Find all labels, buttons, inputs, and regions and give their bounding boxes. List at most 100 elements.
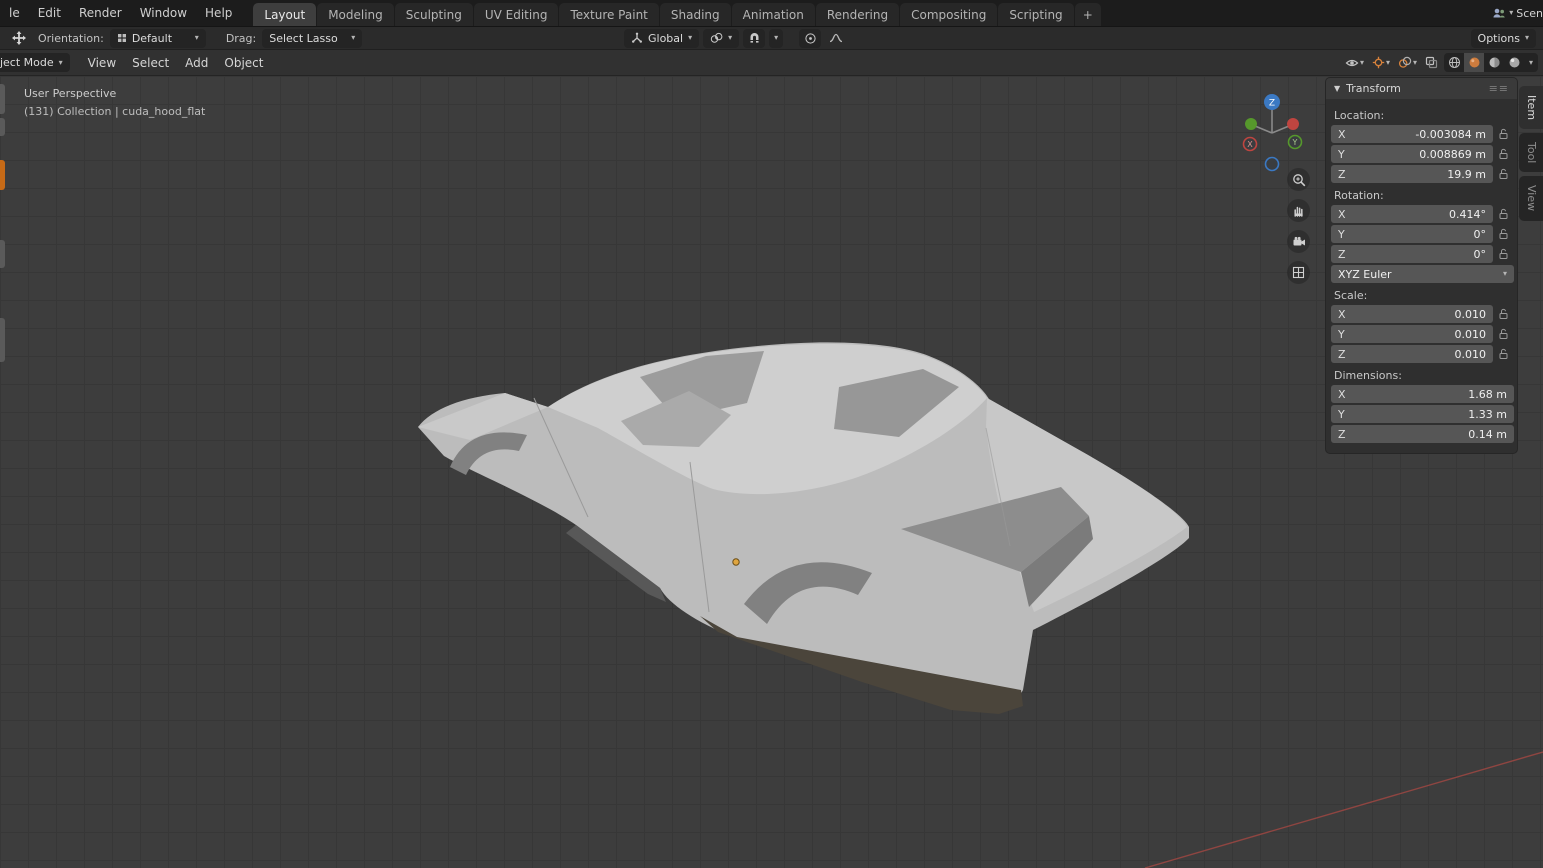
rotation-y-field[interactable]: Y 0°	[1331, 225, 1493, 243]
sidebar-tab-tool[interactable]: Tool	[1519, 133, 1543, 173]
lock-rotation-x-icon[interactable]	[1493, 208, 1514, 220]
xray-toggle[interactable]	[1423, 54, 1440, 71]
rotation-z-field[interactable]: Z 0°	[1331, 245, 1493, 263]
lock-rotation-y-icon[interactable]	[1493, 228, 1514, 240]
lock-rotation-z-icon[interactable]	[1493, 248, 1514, 260]
viewport-3d[interactable]: User Perspective (131) Collection | cuda…	[0, 76, 1543, 868]
drag-label: Drag:	[225, 31, 257, 45]
shading-dropdown[interactable]: ▾	[1524, 53, 1538, 72]
navigation-gizmo[interactable]: Z X Y	[1236, 84, 1310, 176]
shading-rendered-button[interactable]	[1504, 53, 1524, 72]
mode-dropdown[interactable]: bject Mode ▾	[0, 53, 70, 72]
toolbar-button-sliver[interactable]	[0, 84, 5, 114]
pivot-point-dropdown[interactable]: ▾	[703, 28, 740, 48]
tab-compositing[interactable]: Compositing	[900, 3, 998, 26]
menu-help[interactable]: Help	[196, 0, 241, 26]
show-overlays-toggle[interactable]: ▾	[1396, 54, 1419, 71]
menu-viewport-add[interactable]: Add	[177, 56, 216, 70]
workspace-tabs: Layout Modeling Sculpting UV Editing Tex…	[253, 0, 1101, 26]
dimensions-y-field[interactable]: Y 1.33 m	[1331, 405, 1514, 423]
menu-viewport-object[interactable]: Object	[216, 56, 271, 70]
proportional-falloff-icon[interactable]	[825, 29, 847, 48]
object-origin-dot	[732, 558, 740, 566]
ortho-toggle-button[interactable]	[1287, 261, 1310, 284]
lock-location-x-icon[interactable]	[1493, 128, 1514, 140]
chevron-down-icon: ▾	[728, 33, 733, 42]
toolbar-button-sliver[interactable]	[0, 118, 5, 136]
pan-hand-button[interactable]	[1287, 199, 1310, 222]
snap-dropdown[interactable]: ▾	[769, 28, 784, 48]
tab-modeling[interactable]: Modeling	[317, 3, 394, 26]
options-dropdown[interactable]: Options ▾	[1470, 28, 1536, 48]
gizmos-icon	[1372, 56, 1385, 69]
chevron-down-icon: ▾	[1412, 57, 1417, 67]
transform-panel-header[interactable]: ▼ Transform ≡≡	[1326, 78, 1517, 99]
location-z-row: Z 19.9 m	[1331, 165, 1514, 183]
shading-wireframe-button[interactable]	[1444, 53, 1464, 72]
topbar: le Edit Render Window Help Layout Modeli…	[0, 0, 1543, 26]
dimensions-z-field[interactable]: Z 0.14 m	[1331, 425, 1514, 443]
tab-shading[interactable]: Shading	[659, 3, 731, 26]
tab-sculpting[interactable]: Sculpting	[394, 3, 473, 26]
tab-rendering[interactable]: Rendering	[815, 3, 900, 26]
menu-window[interactable]: Window	[131, 0, 196, 26]
menu-viewport-view[interactable]: View	[80, 56, 124, 70]
transform-orientation-dropdown[interactable]: Global ▾	[624, 28, 700, 48]
zoom-button[interactable]	[1287, 168, 1310, 191]
lock-location-z-icon[interactable]	[1493, 168, 1514, 180]
sidebar-tab-view[interactable]: View	[1519, 176, 1543, 221]
orientation-dropdown[interactable]: Default ▾	[109, 28, 206, 48]
scale-label: Scale:	[1334, 289, 1368, 302]
tab-animation[interactable]: Animation	[731, 3, 815, 26]
dimensions-x-field[interactable]: X 1.68 m	[1331, 385, 1514, 403]
scale-y-field[interactable]: Y 0.010	[1331, 325, 1493, 343]
scale-x-field[interactable]: X 0.010	[1331, 305, 1493, 323]
chevron-down-icon: ▾	[688, 33, 693, 42]
menu-file[interactable]: le	[0, 0, 29, 26]
shading-material-button[interactable]	[1484, 53, 1504, 72]
location-label: Location:	[1334, 109, 1385, 122]
panel-drag-widget[interactable]: ≡≡	[1489, 82, 1509, 95]
toolbar-button-sliver-active[interactable]	[0, 160, 5, 190]
lock-scale-y-icon[interactable]	[1493, 328, 1514, 340]
rotation-y-row: Y 0°	[1331, 225, 1514, 243]
location-z-field[interactable]: Z 19.9 m	[1331, 165, 1493, 183]
snap-toggle[interactable]	[743, 28, 766, 48]
scale-z-field[interactable]: Z 0.010	[1331, 345, 1493, 363]
chevron-down-icon: ▾	[1385, 57, 1390, 67]
tab-uv-editing[interactable]: UV Editing	[473, 3, 559, 26]
location-y-field[interactable]: Y 0.008869 m	[1331, 145, 1493, 163]
rotation-x-field[interactable]: X 0.414°	[1331, 205, 1493, 223]
tab-layout[interactable]: Layout	[253, 3, 317, 26]
camera-view-button[interactable]	[1287, 230, 1310, 253]
location-y-row: Y 0.008869 m	[1331, 145, 1514, 163]
sidebar-tab-item[interactable]: Item	[1519, 86, 1543, 130]
rotation-mode-dropdown[interactable]: XYZ Euler ▾	[1331, 265, 1514, 283]
proportional-editing-toggle[interactable]	[799, 28, 822, 48]
move-tool-icon[interactable]	[6, 29, 32, 48]
toolbar-button-sliver[interactable]	[0, 318, 5, 362]
menu-edit[interactable]: Edit	[29, 0, 70, 26]
location-x-field[interactable]: X -0.003084 m	[1331, 125, 1493, 143]
svg-text:X: X	[1247, 140, 1253, 149]
dimensions-label: Dimensions:	[1334, 369, 1402, 382]
lock-scale-x-icon[interactable]	[1493, 308, 1514, 320]
tab-texture-paint[interactable]: Texture Paint	[559, 3, 659, 26]
x-axis-line	[1144, 751, 1543, 868]
panel-collapse-icon[interactable]: ▼	[1334, 84, 1340, 93]
add-workspace-button[interactable]: +	[1074, 3, 1101, 26]
drag-dropdown[interactable]: Select Lasso ▾	[262, 28, 363, 48]
scene-selector[interactable]: ▾ Scen	[1492, 0, 1543, 26]
tab-scripting[interactable]: Scripting	[998, 3, 1074, 26]
lock-location-y-icon[interactable]	[1493, 148, 1514, 160]
toolbar-button-sliver[interactable]	[0, 240, 5, 268]
object-visibility-dropdown[interactable]: ▾	[1343, 55, 1366, 71]
shading-solid-button[interactable]	[1464, 53, 1484, 72]
menu-render[interactable]: Render	[70, 0, 131, 26]
lock-scale-z-icon[interactable]	[1493, 348, 1514, 360]
main-menus: le Edit Render Window Help	[0, 0, 241, 26]
show-gizmos-toggle[interactable]: ▾	[1370, 54, 1392, 71]
orientation-label: Orientation:	[38, 31, 104, 45]
sidebar-tabs: Item Tool View	[1519, 86, 1543, 221]
menu-viewport-select[interactable]: Select	[124, 56, 177, 70]
